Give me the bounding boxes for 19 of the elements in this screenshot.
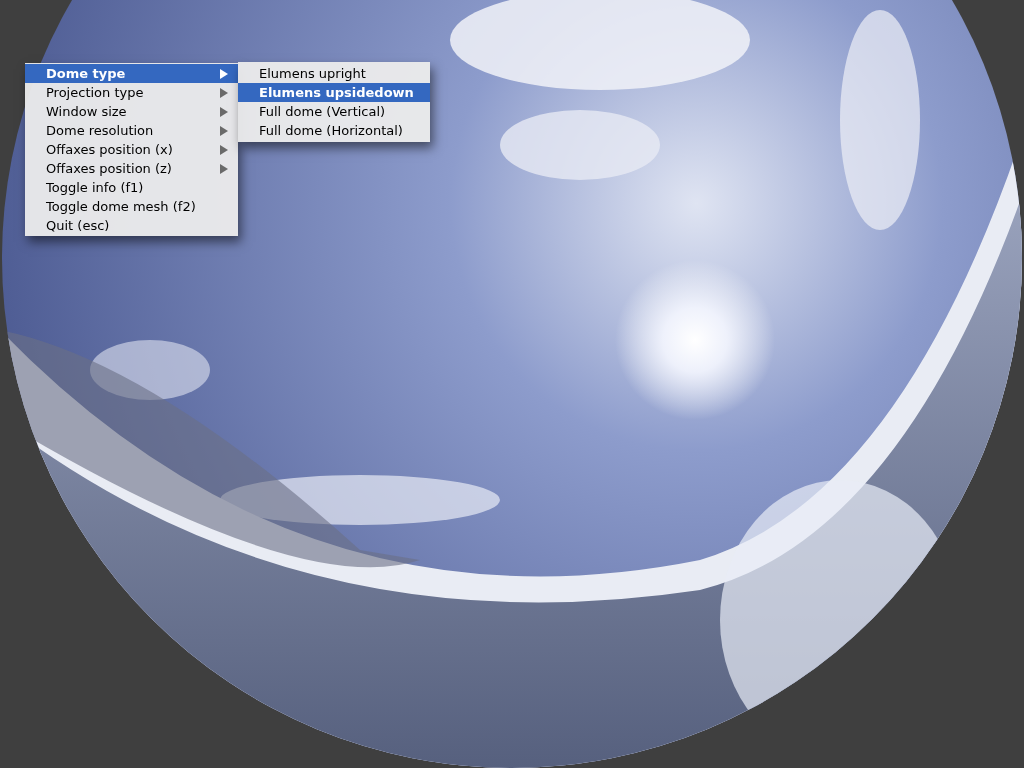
menu-item[interactable]: Projection type (25, 83, 238, 102)
menu-item[interactable]: Dome resolution (25, 121, 238, 140)
menu-item[interactable]: Toggle info (f1) (25, 178, 238, 197)
submenu-arrow-icon (220, 87, 228, 98)
submenu-arrow-icon (220, 106, 228, 117)
menu-item[interactable]: Full dome (Vertical) (238, 102, 430, 121)
menu-item[interactable]: Full dome (Horizontal) (238, 121, 430, 140)
menu-item[interactable]: Elumens upright (238, 64, 430, 83)
menu-item[interactable]: Quit (esc) (25, 216, 238, 235)
menu-item[interactable]: Offaxes position (z) (25, 159, 238, 178)
submenu-arrow-icon (220, 125, 228, 136)
menu-item[interactable]: Dome type (25, 64, 238, 83)
menu-item[interactable]: Window size (25, 102, 238, 121)
submenu-arrow-icon (220, 68, 228, 79)
submenu-arrow-icon (220, 144, 228, 155)
menu-item[interactable]: Offaxes position (x) (25, 140, 238, 159)
submenu-arrow-icon (220, 163, 228, 174)
menu-item[interactable]: Toggle dome mesh (f2) (25, 197, 238, 216)
menu-item[interactable]: Elumens upsidedown (238, 83, 430, 102)
